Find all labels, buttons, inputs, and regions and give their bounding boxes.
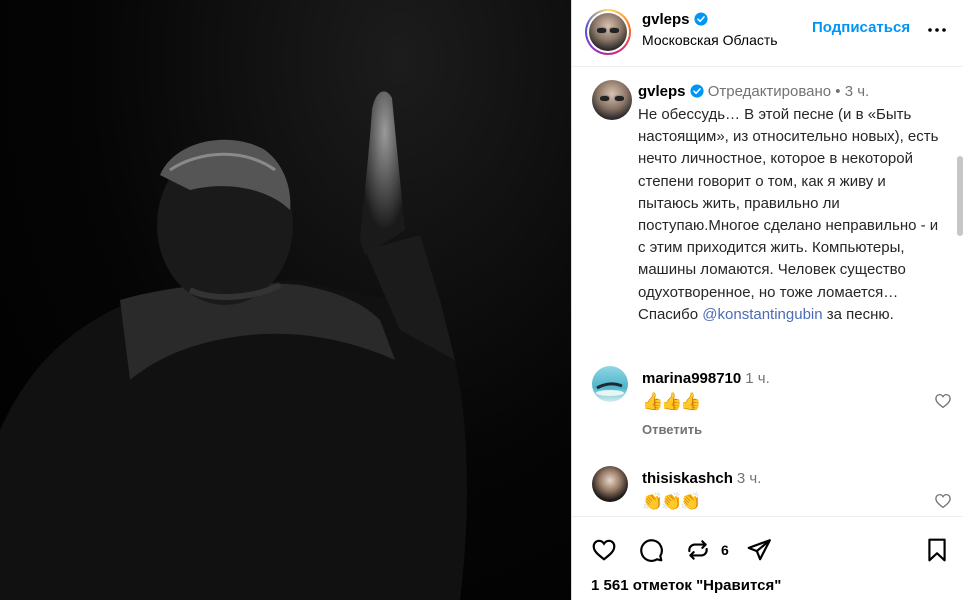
author-username-row[interactable]: gvleps <box>642 11 708 28</box>
commenter-avatar[interactable] <box>592 366 628 402</box>
comment-text: 👍👍👍 <box>642 392 701 411</box>
caption-edited-status: Отредактировано <box>707 83 832 100</box>
reply-button[interactable]: Ответить <box>642 422 702 437</box>
post-photo-artwork <box>0 91 467 600</box>
follow-button[interactable]: Подписаться <box>812 19 910 36</box>
comment-username[interactable]: thisiskashch <box>642 470 733 487</box>
comments-list[interactable]: gvleps Отредактировано • 3 ч. Не обессуд… <box>572 68 963 516</box>
post-actions-bar: 6 1 561 отметок "Нравится" <box>572 516 963 600</box>
caption-author-avatar[interactable] <box>592 80 632 120</box>
send-icon[interactable] <box>746 537 772 563</box>
repost-count: 6 <box>721 542 729 558</box>
post-location[interactable]: Московская Область <box>642 32 778 48</box>
repost-icon[interactable] <box>685 537 711 563</box>
heart-icon[interactable] <box>934 392 952 410</box>
caption-username[interactable]: gvleps <box>638 83 686 100</box>
caption-meta: gvleps Отредактировано • 3 ч. <box>638 83 869 100</box>
likes-count[interactable]: 1 561 отметок "Нравится" <box>591 577 781 594</box>
post-header: gvleps Московская Область Подписаться <box>572 0 963 67</box>
caption-body: Не обессудь… В этой песне (и в «Быть нас… <box>638 106 939 323</box>
heart-icon[interactable] <box>934 492 952 510</box>
comment-time: 3 ч. <box>736 470 762 487</box>
author-username[interactable]: gvleps <box>642 11 690 28</box>
comment-username[interactable]: marina998710 <box>642 370 741 387</box>
post-details-panel: gvleps Московская Область Подписаться gv… <box>571 0 963 600</box>
caption-separator: • <box>835 83 841 100</box>
more-options-icon[interactable] <box>927 20 947 40</box>
commenter-avatar[interactable] <box>592 466 628 502</box>
caption-time: 3 ч. <box>844 83 870 100</box>
caption-text: Не обессудь… В этой песне (и в «Быть нас… <box>638 104 948 326</box>
caption-mention-link[interactable]: @konstantingubin <box>702 306 822 323</box>
comment-author-row: thisiskashch 3 ч. <box>642 470 761 487</box>
bookmark-icon[interactable] <box>924 537 950 563</box>
heart-icon[interactable] <box>591 537 617 563</box>
verified-badge-icon <box>689 84 704 98</box>
verified-badge-icon <box>693 12 708 26</box>
comment-author-row: marina998710 1 ч. <box>642 370 770 387</box>
caption-suffix: за песню. <box>826 305 894 323</box>
post-photo <box>0 0 571 600</box>
comment-icon[interactable] <box>638 537 664 563</box>
comments-scrollbar[interactable] <box>957 156 963 236</box>
comment-text: 👏👏👏 <box>642 492 701 511</box>
author-avatar[interactable] <box>585 9 631 55</box>
comment-time: 1 ч. <box>745 370 770 387</box>
